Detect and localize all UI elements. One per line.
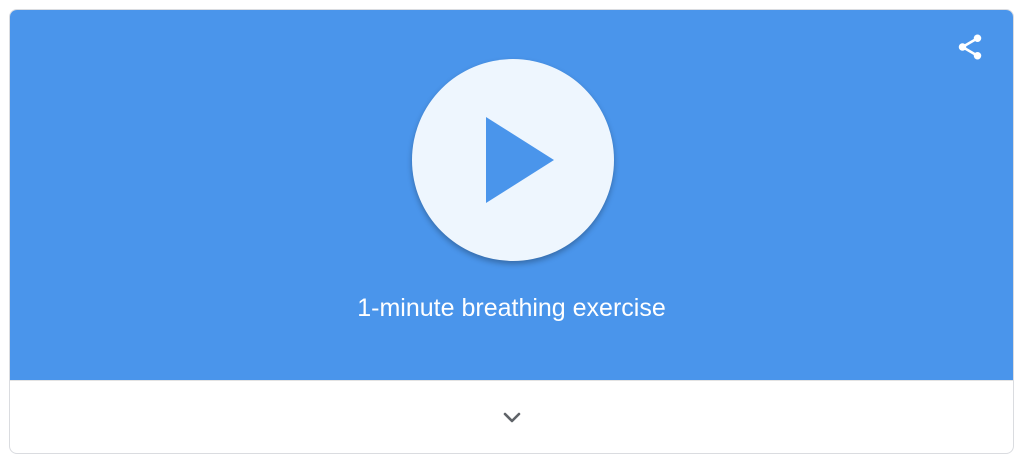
share-icon xyxy=(958,34,982,60)
expand-button[interactable] xyxy=(10,380,1013,453)
chevron-down-icon xyxy=(503,412,520,423)
exercise-hero: 1-minute breathing exercise xyxy=(10,10,1013,380)
share-button[interactable] xyxy=(953,30,987,64)
breathing-exercise-card: 1-minute breathing exercise xyxy=(9,9,1014,454)
play-button[interactable] xyxy=(412,59,614,261)
exercise-title: 1-minute breathing exercise xyxy=(357,294,666,322)
play-icon xyxy=(486,117,554,203)
